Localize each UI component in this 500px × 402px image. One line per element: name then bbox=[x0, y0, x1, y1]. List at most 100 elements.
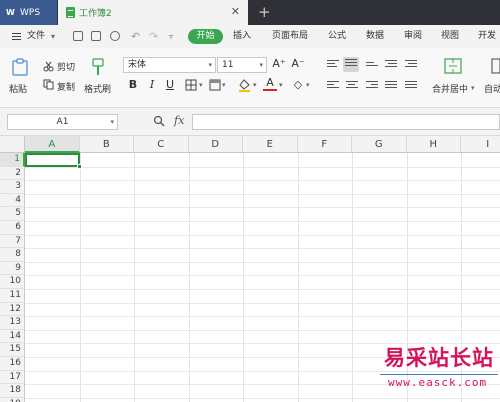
wps-app-tab-label: WPS bbox=[20, 7, 41, 18]
bold-button[interactable]: B bbox=[126, 78, 140, 92]
borders-dropdown-icon[interactable]: ▾ bbox=[199, 81, 203, 89]
column-header[interactable]: D bbox=[188, 136, 243, 153]
tab-page-layout[interactable]: 页面布局 bbox=[272, 25, 308, 48]
font-color-button[interactable]: A bbox=[263, 77, 277, 91]
italic-button[interactable]: I bbox=[145, 78, 159, 92]
clear-format-dropdown-icon[interactable]: ▾ bbox=[306, 81, 310, 89]
row-header[interactable]: 6 bbox=[0, 221, 25, 235]
column-header[interactable]: E bbox=[243, 136, 298, 153]
align-middle-icon[interactable] bbox=[343, 57, 359, 72]
row-header[interactable]: 16 bbox=[0, 357, 25, 371]
tab-view[interactable]: 视图 bbox=[441, 25, 459, 48]
row-header[interactable]: 19 bbox=[0, 397, 25, 402]
column-header[interactable]: A bbox=[25, 136, 80, 153]
align-bottom-icon[interactable] bbox=[366, 62, 378, 72]
borders-icon[interactable] bbox=[185, 79, 197, 91]
font-name-select[interactable]: 宋体 ▾ bbox=[123, 57, 216, 73]
grow-font-button[interactable]: A⁺ bbox=[272, 57, 286, 71]
column-header[interactable]: F bbox=[297, 136, 352, 153]
row-header[interactable]: 3 bbox=[0, 180, 25, 194]
tab-formulas[interactable]: 公式 bbox=[328, 25, 346, 48]
name-box[interactable]: A1 ▾ bbox=[7, 114, 118, 130]
document-tab[interactable]: 工作簿2 ✕ bbox=[58, 0, 248, 25]
name-box-dropdown-icon[interactable]: ▾ bbox=[110, 115, 114, 129]
shrink-font-button[interactable]: A⁻ bbox=[291, 57, 305, 71]
row-header[interactable]: 12 bbox=[0, 302, 25, 317]
indent-increase-icon[interactable] bbox=[405, 60, 417, 70]
tab-insert[interactable]: 插入 bbox=[233, 25, 251, 48]
justify-icon[interactable] bbox=[385, 81, 397, 91]
watermark: 易采站长站 www.easck.com bbox=[378, 340, 500, 402]
insert-function-button[interactable]: fx bbox=[174, 114, 184, 127]
format-painter-icon[interactable] bbox=[90, 58, 106, 76]
paste-label[interactable]: 粘贴 bbox=[9, 82, 27, 95]
row-header[interactable]: 2 bbox=[0, 166, 25, 181]
distributed-align-icon[interactable] bbox=[405, 81, 417, 91]
column-header[interactable]: C bbox=[134, 136, 189, 153]
row-header[interactable]: 9 bbox=[0, 261, 25, 276]
column-header[interactable]: I bbox=[461, 136, 500, 153]
column-header[interactable]: H bbox=[406, 136, 461, 153]
row-header[interactable]: 8 bbox=[0, 248, 25, 262]
column-header[interactable]: B bbox=[79, 136, 134, 153]
redo-icon[interactable]: ↷ bbox=[149, 25, 158, 48]
cell-style-icon[interactable] bbox=[209, 79, 221, 91]
selected-cell-a1[interactable] bbox=[25, 153, 80, 167]
cut-icon[interactable] bbox=[43, 61, 54, 72]
formula-input[interactable] bbox=[192, 114, 500, 130]
select-all-corner[interactable] bbox=[0, 136, 25, 153]
tab-review[interactable]: 审阅 bbox=[404, 25, 422, 48]
column-header[interactable]: G bbox=[352, 136, 407, 153]
hamburger-menu-icon[interactable] bbox=[12, 33, 21, 40]
font-size-select[interactable]: 11 ▾ bbox=[217, 57, 267, 73]
font-color-dropdown-icon[interactable]: ▾ bbox=[279, 81, 283, 89]
file-menu[interactable]: 文件 bbox=[27, 25, 45, 48]
row-header[interactable]: 14 bbox=[0, 329, 25, 344]
copy-label[interactable]: 复制 bbox=[57, 80, 75, 93]
merge-center-label[interactable]: 合并居中 bbox=[432, 82, 468, 95]
copy-icon[interactable] bbox=[43, 79, 54, 90]
fill-color-icon[interactable] bbox=[238, 78, 251, 92]
align-top-icon[interactable] bbox=[327, 60, 339, 70]
watermark-en-text: www.easck.com bbox=[388, 376, 488, 389]
row-header[interactable]: 17 bbox=[0, 370, 25, 385]
underline-button[interactable]: U bbox=[163, 78, 177, 92]
indent-decrease-icon[interactable] bbox=[385, 60, 397, 70]
row-header[interactable]: 5 bbox=[0, 207, 25, 221]
row-header[interactable]: 10 bbox=[0, 275, 25, 289]
tab-home[interactable]: 开始 bbox=[188, 29, 223, 44]
align-center-icon[interactable] bbox=[346, 81, 358, 91]
row-header[interactable]: 7 bbox=[0, 234, 25, 249]
row-header[interactable]: 1 bbox=[0, 153, 25, 167]
paste-icon[interactable] bbox=[12, 58, 28, 76]
clear-format-icon[interactable]: ◇ bbox=[291, 78, 305, 92]
row-header[interactable]: 18 bbox=[0, 384, 25, 398]
fill-color-dropdown-icon[interactable]: ▾ bbox=[253, 81, 257, 89]
align-right-icon[interactable] bbox=[366, 81, 378, 91]
new-tab-icon[interactable]: + bbox=[258, 3, 271, 21]
print-preview-icon[interactable] bbox=[110, 31, 120, 41]
cut-label[interactable]: 剪切 bbox=[57, 60, 75, 73]
zoom-icon[interactable] bbox=[153, 115, 165, 127]
format-painter-label[interactable]: 格式刷 bbox=[84, 82, 111, 95]
auto-wrap-icon[interactable] bbox=[491, 58, 500, 74]
quick-access-dropdown-icon[interactable]: ▿ bbox=[169, 25, 173, 48]
tab-data[interactable]: 数据 bbox=[366, 25, 384, 48]
wps-app-tab[interactable]: W WPS bbox=[0, 0, 57, 25]
auto-wrap-label[interactable]: 自动 bbox=[484, 82, 500, 95]
tab-developer[interactable]: 开发工 bbox=[478, 25, 500, 64]
row-header[interactable]: 13 bbox=[0, 316, 25, 330]
row-header[interactable]: 15 bbox=[0, 343, 25, 357]
align-left-icon[interactable] bbox=[327, 81, 339, 91]
cell-style-dropdown-icon[interactable]: ▾ bbox=[222, 81, 226, 89]
row-header[interactable]: 11 bbox=[0, 289, 25, 303]
merge-center-icon[interactable] bbox=[444, 58, 462, 74]
print-icon[interactable] bbox=[91, 31, 101, 41]
merge-center-dropdown-icon[interactable]: ▾ bbox=[471, 84, 475, 92]
file-dropdown-icon[interactable]: ▾ bbox=[51, 25, 55, 48]
save-icon[interactable] bbox=[73, 31, 83, 41]
row-header[interactable]: 4 bbox=[0, 193, 25, 208]
undo-icon[interactable]: ↶ bbox=[131, 25, 140, 48]
fill-handle[interactable] bbox=[77, 164, 82, 169]
close-tab-icon[interactable]: ✕ bbox=[231, 6, 240, 18]
